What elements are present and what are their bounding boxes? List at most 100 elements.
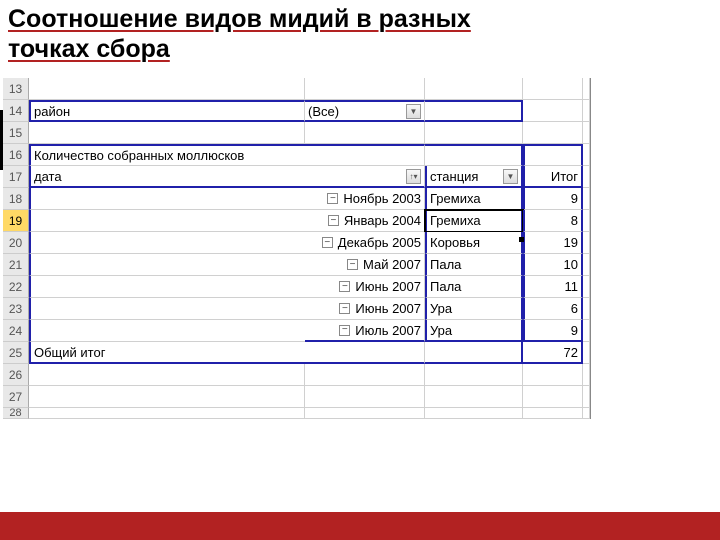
cell[interactable] xyxy=(583,188,590,210)
pivot-value-cell[interactable]: 10 xyxy=(523,254,583,276)
pivot-filter-field[interactable]: район xyxy=(29,100,305,122)
collapse-icon[interactable]: − xyxy=(347,259,358,270)
cell[interactable] xyxy=(523,78,583,100)
cell[interactable] xyxy=(523,122,583,144)
row-number[interactable]: 26 xyxy=(3,364,29,386)
cell[interactable] xyxy=(583,298,590,320)
cell[interactable] xyxy=(583,210,590,232)
pivot-value-cell[interactable]: 9 xyxy=(523,188,583,210)
pivot-date-cell[interactable]: − Ноябрь 2003 xyxy=(305,188,425,210)
pivot-total-header[interactable]: Итог xyxy=(523,166,583,188)
cell[interactable] xyxy=(583,342,590,364)
cell[interactable] xyxy=(583,232,590,254)
pivot-value-cell[interactable]: 11 xyxy=(523,276,583,298)
pivot-date-cell[interactable]: − Июль 2007 xyxy=(305,320,425,342)
grand-total-value[interactable]: 72 xyxy=(523,342,583,364)
pivot-date-cell[interactable]: − Май 2007 xyxy=(305,254,425,276)
cell[interactable] xyxy=(425,78,523,100)
cell[interactable] xyxy=(523,386,583,408)
cell[interactable] xyxy=(583,276,590,298)
pivot-row-field-header[interactable]: дата xyxy=(29,166,305,188)
pivot-col-field-header[interactable]: станция ▼ xyxy=(425,166,523,188)
collapse-icon[interactable]: − xyxy=(322,237,333,248)
collapse-icon[interactable]: − xyxy=(339,325,350,336)
row-number[interactable]: 25 xyxy=(3,342,29,364)
cell[interactable] xyxy=(29,232,305,254)
cell[interactable] xyxy=(29,320,305,342)
dropdown-icon[interactable]: ▼ xyxy=(406,104,421,119)
pivot-station-cell[interactable]: Ура xyxy=(425,298,523,320)
cell[interactable] xyxy=(583,364,590,386)
cell[interactable] xyxy=(29,188,305,210)
cell[interactable] xyxy=(305,408,425,419)
pivot-station-cell[interactable]: Пала xyxy=(425,254,523,276)
cell[interactable] xyxy=(583,100,590,122)
cell[interactable] xyxy=(29,408,305,419)
row-number[interactable]: 13 xyxy=(3,78,29,100)
grand-total-label[interactable]: Общий итог xyxy=(29,342,305,364)
cell[interactable] xyxy=(523,100,583,122)
cell[interactable] xyxy=(523,408,583,419)
cell[interactable] xyxy=(583,78,590,100)
cell[interactable] xyxy=(583,254,590,276)
sort-asc-icon[interactable]: ↑▾ xyxy=(406,169,421,184)
pivot-value-cell[interactable]: 19 xyxy=(523,232,583,254)
pivot-value-cell[interactable]: 8 xyxy=(523,210,583,232)
pivot-date-cell[interactable]: − Июнь 2007 xyxy=(305,298,425,320)
cell[interactable] xyxy=(29,122,305,144)
collapse-icon[interactable]: − xyxy=(339,281,350,292)
cell[interactable] xyxy=(305,342,425,364)
cell[interactable] xyxy=(583,386,590,408)
row-number[interactable]: 16 xyxy=(3,144,29,166)
row-number[interactable]: 23 xyxy=(3,298,29,320)
cell[interactable] xyxy=(425,144,523,166)
cell[interactable] xyxy=(29,364,305,386)
cell[interactable] xyxy=(29,276,305,298)
cell[interactable] xyxy=(425,100,523,122)
cell[interactable] xyxy=(29,386,305,408)
pivot-filter-value[interactable]: (Все) ▼ xyxy=(305,100,425,122)
pivot-value-cell[interactable]: 9 xyxy=(523,320,583,342)
cell[interactable] xyxy=(305,364,425,386)
cell[interactable] xyxy=(425,342,523,364)
pivot-station-cell[interactable]: Гремиха xyxy=(425,188,523,210)
cell[interactable] xyxy=(305,78,425,100)
dropdown-icon[interactable]: ▼ xyxy=(503,169,518,184)
row-number[interactable]: 15 xyxy=(3,122,29,144)
cell[interactable] xyxy=(29,254,305,276)
row-number[interactable]: 19 xyxy=(3,210,29,232)
pivot-row-sort[interactable]: ↑▾ xyxy=(305,166,425,188)
cell[interactable] xyxy=(583,144,590,166)
cell[interactable] xyxy=(29,210,305,232)
row-number[interactable]: 18 xyxy=(3,188,29,210)
pivot-date-cell[interactable]: − Январь 2004 xyxy=(305,210,425,232)
pivot-station-cell[interactable]: Ура xyxy=(425,320,523,342)
row-number[interactable]: 24 xyxy=(3,320,29,342)
collapse-icon[interactable]: − xyxy=(327,193,338,204)
cell[interactable] xyxy=(425,122,523,144)
row-number[interactable]: 28 xyxy=(3,408,29,419)
row-number[interactable]: 27 xyxy=(3,386,29,408)
pivot-measure-label[interactable]: Количество собранных моллюсков xyxy=(29,144,305,166)
row-number[interactable]: 20 xyxy=(3,232,29,254)
pivot-date-cell[interactable]: − Июнь 2007 xyxy=(305,276,425,298)
fill-handle-icon[interactable] xyxy=(519,237,524,242)
row-number[interactable]: 14 xyxy=(3,100,29,122)
cell[interactable] xyxy=(583,408,590,419)
row-number[interactable]: 22 xyxy=(3,276,29,298)
cell[interactable] xyxy=(425,364,523,386)
cell[interactable] xyxy=(523,364,583,386)
pivot-station-cell[interactable]: Коровья xyxy=(425,232,523,254)
cell[interactable] xyxy=(583,166,590,188)
collapse-icon[interactable]: − xyxy=(328,215,339,226)
cell[interactable] xyxy=(305,144,425,166)
cell[interactable] xyxy=(305,386,425,408)
pivot-station-cell[interactable]: Гремиха xyxy=(425,210,523,232)
pivot-value-cell[interactable]: 6 xyxy=(523,298,583,320)
collapse-icon[interactable]: − xyxy=(339,303,350,314)
cell[interactable] xyxy=(523,144,583,166)
pivot-date-cell[interactable]: − Декабрь 2005 xyxy=(305,232,425,254)
cell[interactable] xyxy=(29,298,305,320)
pivot-station-cell[interactable]: Пала xyxy=(425,276,523,298)
row-number[interactable]: 17 xyxy=(3,166,29,188)
